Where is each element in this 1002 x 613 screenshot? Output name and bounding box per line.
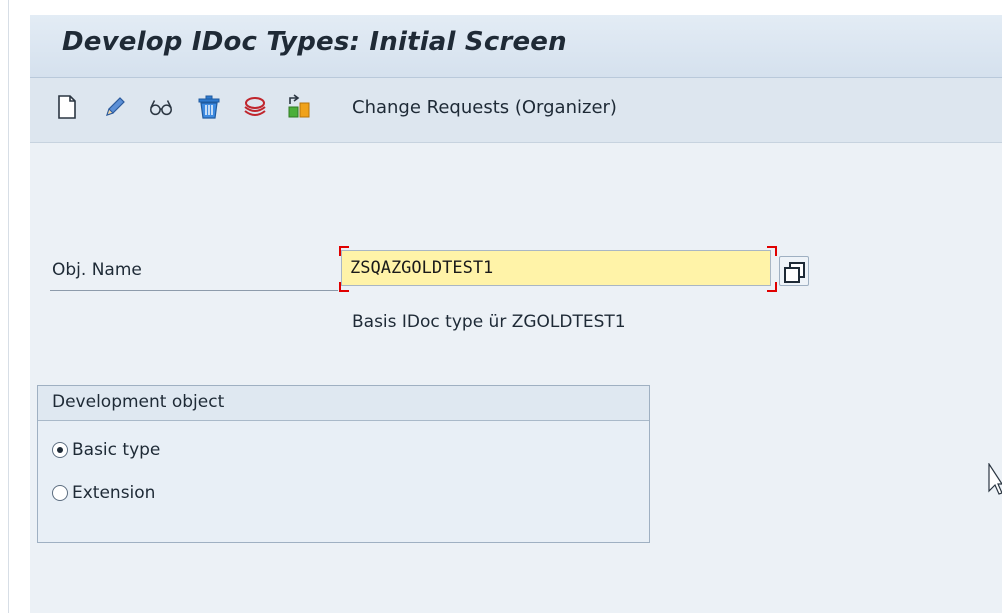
- radio-label: Basic type: [72, 440, 161, 460]
- application-toolbar: Change Requests (Organizer): [30, 78, 1002, 143]
- obj-name-label: Obj. Name: [52, 260, 142, 280]
- required-marker: [767, 246, 777, 256]
- page-title: Develop IDoc Types: Initial Screen: [62, 27, 567, 57]
- radio-button-selected[interactable]: [52, 442, 68, 458]
- radio-basic-type[interactable]: Basic type: [52, 437, 160, 463]
- development-object-group: Development object Basic type Extension: [37, 385, 650, 543]
- required-marker: [339, 246, 349, 256]
- change-icon[interactable]: [102, 92, 128, 122]
- delete-icon[interactable]: [196, 92, 222, 122]
- obj-name-field-wrapper: [339, 246, 777, 292]
- create-icon[interactable]: [54, 92, 80, 122]
- value-help-button[interactable]: [779, 256, 809, 286]
- left-border: [8, 0, 9, 613]
- field-label-underline: [50, 290, 338, 291]
- copy-icon[interactable]: [286, 92, 312, 122]
- mouse-cursor-icon: [988, 463, 1002, 495]
- radio-label: Extension: [72, 483, 156, 503]
- where-used-icon[interactable]: [242, 92, 268, 122]
- value-help-icon-front: [784, 267, 800, 283]
- sap-window: Develop IDoc Types: Initial Screen Chang…: [0, 0, 1002, 613]
- object-description: Basis IDoc type ür ZGOLDTEST1: [352, 312, 626, 332]
- required-marker: [339, 282, 349, 292]
- top-strip: [0, 0, 1002, 8]
- obj-name-input[interactable]: [341, 250, 771, 286]
- change-requests-button[interactable]: Change Requests (Organizer): [352, 97, 617, 118]
- group-title: Development object: [52, 392, 225, 412]
- radio-extension[interactable]: Extension: [52, 480, 155, 506]
- group-header: Development object: [38, 386, 649, 421]
- required-marker: [767, 282, 777, 292]
- title-bar: Develop IDoc Types: Initial Screen: [30, 15, 1002, 78]
- display-icon[interactable]: [148, 92, 174, 122]
- radio-button[interactable]: [52, 485, 68, 501]
